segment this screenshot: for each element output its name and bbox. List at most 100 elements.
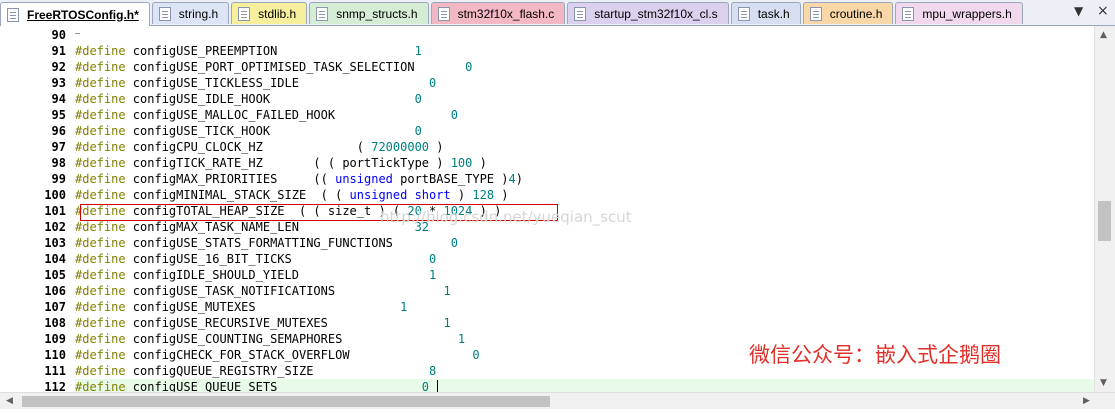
vertical-scrollbar[interactable]: ▲ ▼	[1094, 26, 1115, 392]
file-icon	[737, 6, 750, 21]
code-line[interactable]: #define configUSE_QUEUE_SETS 0	[75, 379, 1094, 392]
preprocessor-keyword: #define	[75, 316, 126, 330]
code-line[interactable]: #define configUSE_16_BIT_TICKS 0	[75, 251, 1094, 267]
numeric-literal: 1	[414, 44, 422, 58]
preprocessor-keyword: #define	[75, 60, 126, 74]
scroll-right-arrow-icon[interactable]: ▶	[1083, 396, 1090, 406]
line-number: 105	[44, 268, 66, 282]
scroll-left-arrow-icon[interactable]: ◀	[6, 396, 13, 406]
line-number: 106	[44, 284, 66, 298]
preprocessor-keyword: #define	[75, 92, 126, 106]
preprocessor-keyword: #define	[75, 156, 126, 170]
horizontal-scrollbar[interactable]: ◀ ▶	[0, 392, 1115, 409]
tab-freertosconfig-h[interactable]: FreeRTOSConfig.h*	[0, 2, 150, 26]
code-token: )	[450, 188, 473, 202]
numeric-literal: 0	[472, 348, 480, 362]
numeric-literal: 8	[429, 364, 437, 378]
numeric-literal: 1	[429, 268, 437, 282]
code-line[interactable]	[75, 27, 1094, 43]
vertical-scroll-thumb[interactable]	[1098, 201, 1111, 241]
file-icon	[574, 6, 587, 21]
code-line[interactable]: #define configMINIMAL_STACK_SIZE ( ( uns…	[75, 187, 1094, 203]
numeric-literal: 0	[450, 236, 458, 250]
numeric-literal: 0	[414, 92, 422, 106]
file-icon	[158, 6, 171, 21]
numeric-literal: 0	[414, 124, 422, 138]
code-line[interactable]: #define configUSE_MUTEXES 1	[75, 299, 1094, 315]
preprocessor-keyword: #define	[75, 236, 126, 250]
text-cursor	[437, 380, 438, 392]
line-number: 98	[51, 156, 66, 170]
line-number: 96	[51, 124, 66, 138]
code-token: configMINIMAL_STACK_SIZE ( (	[125, 188, 350, 202]
tab-stdlib-h[interactable]: stdlib.h	[231, 2, 308, 24]
file-icon	[316, 6, 329, 21]
preprocessor-keyword: #define	[75, 220, 126, 234]
fold-marker-icon	[75, 33, 80, 34]
horizontal-scroll-thumb[interactable]	[22, 396, 550, 407]
code-line[interactable]: #define configTICK_RATE_HZ ( ( portTickT…	[75, 155, 1094, 171]
preprocessor-keyword: #define	[75, 172, 126, 186]
numeric-literal: 4	[508, 172, 516, 186]
tab-snmp-structs-h[interactable]: snmp_structs.h	[309, 2, 429, 24]
code-line[interactable]: #define configIDLE_SHOULD_YIELD 1	[75, 267, 1094, 283]
code-token: )	[429, 140, 444, 154]
preprocessor-keyword: #define	[75, 332, 126, 346]
tab-task-h[interactable]: task.h	[730, 2, 801, 24]
code-token: configCPU_CLOCK_HZ (	[125, 140, 372, 154]
tab-croutine-h[interactable]: croutine.h	[802, 2, 894, 24]
code-token: configUSE_MUTEXES	[125, 300, 401, 314]
code-token: configUSE_16_BIT_TICKS	[125, 252, 430, 266]
code-line[interactable]: #define configUSE_IDLE_HOOK 0	[75, 91, 1094, 107]
code-line[interactable]: #define configUSE_TASK_NOTIFICATIONS 1	[75, 283, 1094, 299]
tab-string-h[interactable]: string.h	[151, 2, 230, 24]
code-token: configUSE_COUNTING_SEMAPHORES	[125, 332, 458, 346]
scroll-down-arrow-icon[interactable]: ▼	[1100, 378, 1107, 388]
tab-label: mpu_wrappers.h	[922, 6, 1012, 21]
code-token: configTICK_RATE_HZ ( ( portTickType )	[125, 156, 451, 170]
code-line[interactable]: #define configUSE_PREEMPTION 1	[75, 43, 1094, 59]
line-number: 110	[44, 348, 66, 362]
tab-close-button[interactable]: ×	[1097, 3, 1109, 19]
tab-label: croutine.h	[829, 6, 883, 21]
tab-label: stdlib.h	[258, 6, 297, 21]
code-token: portBASE_TYPE )	[392, 172, 509, 186]
line-number: 108	[44, 316, 66, 330]
tab-mpu-wrappers-h[interactable]: mpu_wrappers.h	[895, 2, 1023, 24]
preprocessor-keyword: #define	[75, 380, 126, 392]
numeric-literal: 1	[443, 284, 451, 298]
type-keyword: unsigned	[335, 172, 393, 186]
line-number: 109	[44, 332, 66, 346]
preprocessor-keyword: #define	[75, 284, 126, 298]
numeric-literal: 0	[465, 60, 473, 74]
code-line[interactable]: #define configUSE_RECURSIVE_MUTEXES 1	[75, 315, 1094, 331]
tab-dropdown-button[interactable]: ▼	[1074, 4, 1083, 18]
preprocessor-keyword: #define	[75, 268, 126, 282]
watermark-text: http://blog.csdn.net/yueqian_scut	[380, 208, 632, 226]
numeric-literal: 0	[429, 252, 437, 266]
file-icon	[902, 6, 915, 21]
brand-overlay-text: 微信公众号：嵌入式企鹅圈	[749, 343, 1001, 367]
numeric-literal: 128	[472, 188, 495, 202]
numeric-literal: 0	[429, 76, 437, 90]
code-line[interactable]: #define configUSE_TICK_HOOK 0	[75, 123, 1094, 139]
tab-label: task.h	[757, 6, 790, 21]
preprocessor-keyword: #define	[75, 76, 126, 90]
code-token: configUSE_IDLE_HOOK	[125, 92, 415, 106]
code-line[interactable]: #define configUSE_PORT_OPTIMISED_TASK_SE…	[75, 59, 1094, 75]
tab-stm32f10x-flash-c[interactable]: stm32f10x_flash.c	[430, 2, 566, 24]
preprocessor-keyword: #define	[75, 252, 126, 266]
file-icon	[238, 6, 251, 21]
code-line[interactable]: #define configMAX_PRIORITIES (( unsigned…	[75, 171, 1094, 187]
code-line[interactable]: #define configUSE_MALLOC_FAILED_HOOK 0	[75, 107, 1094, 123]
scroll-up-arrow-icon[interactable]: ▲	[1100, 30, 1107, 40]
tab-startup-stm32f10x-cl-s[interactable]: startup_stm32f10x_cl.s	[567, 2, 729, 24]
code-line[interactable]: #define configUSE_TICKLESS_IDLE 0	[75, 75, 1094, 91]
numeric-literal: 1	[457, 332, 466, 346]
code-token: configUSE_PORT_OPTIMISED_TASK_SELECTION	[125, 60, 466, 74]
preprocessor-keyword: #define	[75, 124, 126, 138]
code-line[interactable]: #define configCPU_CLOCK_HZ ( 72000000 )	[75, 139, 1094, 155]
code-line[interactable]: #define configUSE_STATS_FORMATTING_FUNCT…	[75, 235, 1094, 251]
type-keyword: unsigned short	[349, 188, 451, 202]
file-icon	[437, 6, 450, 21]
